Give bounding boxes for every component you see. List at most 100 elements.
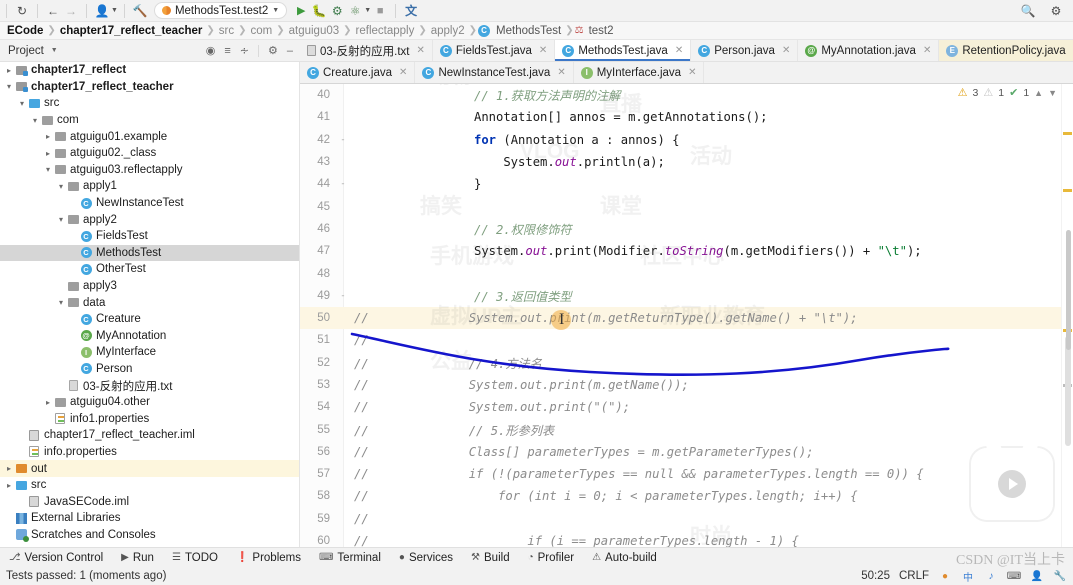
project-tree-scrollbar[interactable] bbox=[1066, 230, 1071, 350]
project-panel-title[interactable]: Project bbox=[0, 45, 44, 57]
breadcrumb-item-module[interactable]: chapter17_reflect_teacher bbox=[57, 25, 206, 37]
tree-node-myinterface[interactable]: I MyInterface bbox=[0, 344, 299, 361]
next-problem-icon[interactable]: ▼ bbox=[1048, 88, 1057, 98]
code-line-44[interactable]: 44-} bbox=[300, 173, 1073, 195]
tree-node-newinstancetest[interactable]: C NewInstanceTest bbox=[0, 195, 299, 212]
play-icon[interactable] bbox=[998, 470, 1026, 498]
bottom-tool-terminal[interactable]: ⌨ Terminal bbox=[310, 552, 390, 564]
editor-tab-creature-java[interactable]: C Creature.java ✕ bbox=[300, 62, 416, 83]
contacts-icon[interactable]: 👤 bbox=[1030, 569, 1044, 583]
breadcrumb-item-com[interactable]: com bbox=[248, 25, 276, 37]
ime-icon[interactable]: ● bbox=[938, 569, 952, 583]
tree-twisty-icon[interactable]: ▾ bbox=[56, 182, 66, 191]
translate-icon[interactable]: 文 bbox=[402, 2, 420, 20]
tree-twisty-icon[interactable]: ▸ bbox=[43, 398, 53, 407]
breadcrumb-item-class[interactable]: MethodsTest bbox=[493, 25, 564, 37]
close-icon[interactable]: ✕ bbox=[923, 45, 931, 56]
tree-twisty-icon[interactable]: ▾ bbox=[4, 82, 14, 91]
run-icon[interactable]: ▶ bbox=[292, 2, 310, 20]
line-separator[interactable]: CRLF bbox=[899, 570, 929, 582]
chevron-down-icon[interactable]: ▼ bbox=[272, 7, 279, 14]
run-with-coverage-icon[interactable]: ⚙ bbox=[328, 2, 346, 20]
user-chevron-down-icon[interactable]: ▼ bbox=[111, 7, 118, 14]
tree-node-scratches-and-consoles[interactable]: Scratches and Consoles bbox=[0, 527, 299, 544]
editor-vertical-scrollbar[interactable] bbox=[1065, 336, 1071, 446]
tree-node-03-txt[interactable]: 03-反射的应用.txt bbox=[0, 377, 299, 394]
tree-twisty-icon[interactable]: ▾ bbox=[56, 215, 66, 224]
code-content[interactable]: 40 // 1.获取方法声明的注解 41 Annotation[] annos = m… bbox=[300, 84, 1073, 547]
tree-node-chapter17-reflect-teacher-iml[interactable]: chapter17_reflect_teacher.iml bbox=[0, 427, 299, 444]
tree-twisty-icon[interactable]: ▸ bbox=[4, 464, 14, 473]
bottom-tool-run[interactable]: ▶ Run bbox=[112, 552, 163, 564]
code-line-50[interactable]: 50 //System.out.print(m.getReturnType().g… bbox=[300, 306, 1073, 330]
editor-tab-methodstest-java[interactable]: C MethodsTest.java ✕ bbox=[555, 40, 692, 61]
tree-node-apply1[interactable]: ▾ apply1 bbox=[0, 178, 299, 195]
bottom-tool-services[interactable]: ● Services bbox=[390, 552, 462, 564]
editor-tab-row-1[interactable]: 03-反射的应用.txt ✕ C FieldsTest.java ✕ C MethodsTe… bbox=[300, 40, 1073, 62]
close-icon[interactable]: ✕ bbox=[557, 67, 565, 78]
tree-twisty-icon[interactable]: ▾ bbox=[17, 99, 27, 108]
code-line-41[interactable]: 41 Annotation[] annos = m.getAnnotations(… bbox=[300, 106, 1073, 128]
close-icon[interactable]: ✕ bbox=[539, 45, 547, 56]
collapse-all-icon[interactable]: ∻ bbox=[240, 44, 249, 57]
expand-all-icon[interactable]: ≡ bbox=[224, 45, 230, 57]
tree-node-fieldstest[interactable]: C FieldsTest bbox=[0, 228, 299, 245]
tree-node-src[interactable]: ▸ src bbox=[0, 477, 299, 494]
code-line-48[interactable]: 48 bbox=[300, 262, 1073, 284]
tree-twisty-icon[interactable]: ▾ bbox=[56, 298, 66, 307]
tree-node-atguigu01-example[interactable]: ▸ atguigu01.example bbox=[0, 128, 299, 145]
input-method-icon[interactable]: 中 bbox=[961, 569, 975, 584]
bottom-tool-auto-build[interactable]: ⚠ Auto-build bbox=[583, 552, 666, 564]
editor-tab-myannotation-java[interactable]: @ MyAnnotation.java ✕ bbox=[798, 40, 940, 61]
tree-twisty-icon[interactable]: ▸ bbox=[4, 481, 14, 490]
floating-video-bubble[interactable] bbox=[971, 438, 1053, 520]
fold-marker-icon[interactable]: - bbox=[336, 291, 350, 301]
editor-tab-newinstancetest-java[interactable]: C NewInstanceTest.java ✕ bbox=[415, 62, 574, 83]
hide-panel-icon[interactable]: – bbox=[287, 45, 293, 57]
breadcrumb-item-src[interactable]: src bbox=[216, 25, 237, 37]
tree-node-creature[interactable]: C Creature bbox=[0, 311, 299, 328]
tree-node-com[interactable]: ▾ com bbox=[0, 112, 299, 129]
locate-icon[interactable]: ◉ bbox=[206, 44, 216, 57]
tree-node-atguigu03-reflectapply[interactable]: ▾ atguigu03.reflectapply bbox=[0, 162, 299, 179]
chevron-down-icon[interactable]: ▼ bbox=[51, 47, 58, 54]
tree-node-person[interactable]: C Person bbox=[0, 361, 299, 378]
profile-icon[interactable]: ⚛ bbox=[346, 2, 364, 20]
editor-tab-person-java[interactable]: C Person.java ✕ bbox=[691, 40, 799, 61]
code-line-49[interactable]: 49- // 3.返回值类型 bbox=[300, 285, 1073, 307]
gear-icon[interactable]: ⚙ bbox=[268, 44, 278, 57]
code-line-42[interactable]: 42- for (Annotation a : annos) { bbox=[300, 129, 1073, 151]
tree-node-data[interactable]: ▾ data bbox=[0, 294, 299, 311]
music-icon[interactable]: ♪ bbox=[984, 569, 998, 583]
tree-twisty-icon[interactable]: ▸ bbox=[43, 149, 53, 158]
close-icon[interactable]: ✕ bbox=[688, 67, 696, 78]
code-editor[interactable]: 40 // 1.获取方法声明的注解 41 Annotation[] annos = m… bbox=[300, 84, 1073, 547]
keyboard-icon[interactable]: ⌨ bbox=[1007, 569, 1021, 583]
tree-node-out[interactable]: ▸ out bbox=[0, 460, 299, 477]
forward-arrow-icon[interactable]: → bbox=[62, 2, 80, 20]
code-line-60[interactable]: 60 // if (i == parameterTypes.length - 1)… bbox=[300, 530, 1073, 547]
tree-node-apply3[interactable]: apply3 bbox=[0, 278, 299, 295]
breadcrumb-item-ecode[interactable]: ECode bbox=[4, 25, 46, 37]
bottom-tool-problems[interactable]: ❗ Problems bbox=[227, 552, 310, 564]
caret-position[interactable]: 50:25 bbox=[861, 570, 890, 582]
code-line-52[interactable]: 52 //// 4.方法名 bbox=[300, 352, 1073, 374]
sync-icon[interactable]: ↻ bbox=[13, 2, 31, 20]
close-icon[interactable]: ✕ bbox=[399, 67, 407, 78]
tree-twisty-icon[interactable]: ▸ bbox=[4, 66, 14, 75]
fold-marker-icon[interactable]: - bbox=[336, 135, 350, 145]
tree-node-chapter17-reflect[interactable]: ▸ chapter17_reflect bbox=[0, 62, 299, 79]
tree-node-apply2[interactable]: ▾ apply2 bbox=[0, 211, 299, 228]
editor-tab-row-2[interactable]: C Creature.java ✕ C NewInstanceTest.java ✕ I My… bbox=[300, 62, 1073, 84]
editor-tab-03-txt[interactable]: 03-反射的应用.txt ✕ bbox=[300, 40, 433, 61]
code-line-54[interactable]: 54 //System.out.print("("); bbox=[300, 396, 1073, 418]
tree-node-myannotation[interactable]: @ MyAnnotation bbox=[0, 328, 299, 345]
run-configuration-selector[interactable]: MethodsTest.test2 ▼ bbox=[153, 2, 288, 19]
close-icon[interactable]: ✕ bbox=[782, 45, 790, 56]
code-line-59[interactable]: 59 // bbox=[300, 508, 1073, 530]
code-line-43[interactable]: 43 System.out.println(a); bbox=[300, 151, 1073, 173]
editor-tab-retentionpolicy-java[interactable]: ERetentionPolicy.java✕ bbox=[939, 40, 1073, 61]
back-arrow-icon[interactable]: ← bbox=[44, 2, 62, 20]
tree-node-othertest[interactable]: C OtherTest bbox=[0, 261, 299, 278]
code-line-46[interactable]: 46 // 2.权限修饰符 bbox=[300, 218, 1073, 240]
